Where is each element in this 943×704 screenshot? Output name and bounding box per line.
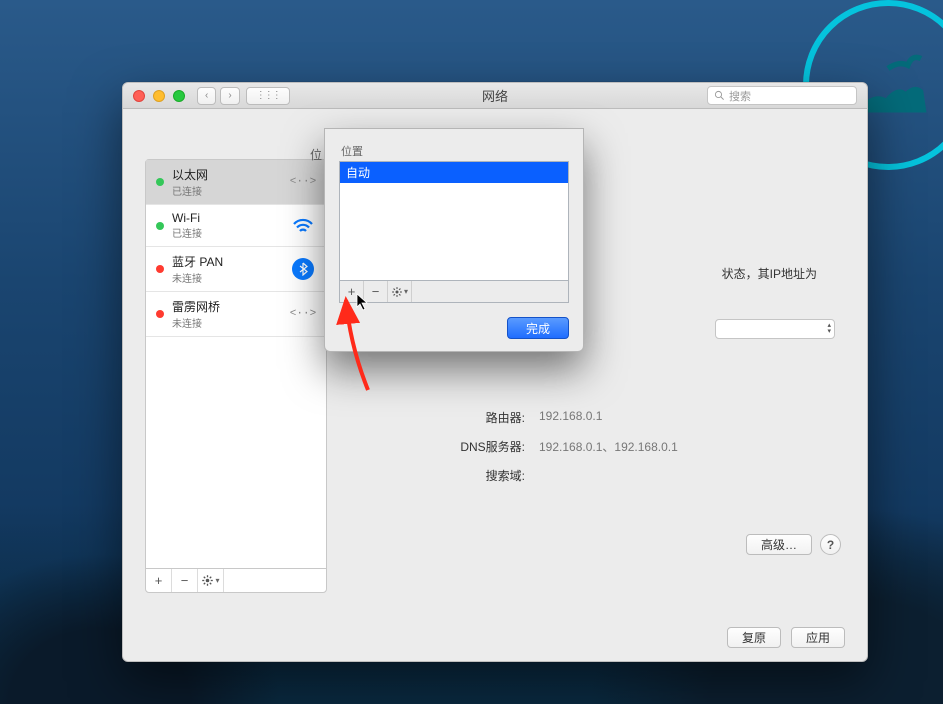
location-item[interactable]: 自动 (340, 162, 568, 183)
locations-sheet: 位置 自动 + − ▾ 完成 (324, 128, 584, 352)
bluetooth-icon (290, 260, 316, 278)
services-sidebar: 以太网 已连接 <··> Wi-Fi 已连接 (145, 159, 327, 593)
help-button[interactable]: ? (820, 534, 841, 555)
search-input[interactable]: 搜索 (707, 86, 857, 105)
service-status: 已连接 (172, 225, 282, 240)
service-status: 未连接 (172, 270, 282, 285)
service-name: 以太网 (172, 166, 282, 183)
done-button[interactable]: 完成 (507, 317, 569, 339)
add-location-button[interactable]: + (340, 281, 364, 302)
minimize-button[interactable] (153, 90, 165, 102)
router-value: 192.168.0.1 (539, 409, 602, 426)
close-button[interactable] (133, 90, 145, 102)
restore-button[interactable]: 复原 (727, 627, 781, 648)
locations-listbox[interactable]: 自动 (339, 161, 569, 281)
service-thunderbolt-bridge[interactable]: 雷雳网桥 未连接 <··> (146, 292, 326, 337)
dns-label: DNS服务器: (405, 438, 525, 455)
bridge-icon: <··> (290, 305, 316, 323)
remove-location-button[interactable]: − (364, 281, 388, 302)
zoom-button[interactable] (173, 90, 185, 102)
location-label-partial: 位 (310, 146, 322, 163)
service-name: 雷雳网桥 (172, 298, 282, 315)
dns-value: 192.168.0.1、192.168.0.1 (539, 438, 678, 455)
traffic-lights (133, 90, 185, 102)
service-actions-menu[interactable]: ▾ (198, 569, 224, 592)
search-icon (714, 90, 725, 101)
chevron-down-icon: ▾ (404, 287, 408, 296)
service-ethernet[interactable]: 以太网 已连接 <··> (146, 160, 326, 205)
service-name: Wi-Fi (172, 211, 282, 225)
advanced-button[interactable]: 高级… (746, 534, 812, 555)
titlebar: ‹ › ⋮⋮⋮ 网络 搜索 (123, 83, 867, 109)
gear-icon (201, 574, 214, 587)
status-dot-icon (156, 222, 164, 230)
chevron-down-icon: ▾ (215, 576, 219, 585)
forward-button[interactable]: › (220, 87, 239, 105)
apply-button[interactable]: 应用 (791, 627, 845, 648)
service-name: 蓝牙 PAN (172, 253, 282, 270)
remove-service-button[interactable]: − (172, 569, 198, 592)
wifi-icon (290, 217, 316, 235)
gear-icon (391, 286, 403, 298)
window-title: 网络 (482, 86, 508, 105)
search-placeholder: 搜索 (729, 88, 751, 104)
sheet-toolbar-spacer (412, 281, 568, 302)
stepper-icon: ▴▾ (827, 323, 831, 335)
service-status: 未连接 (172, 315, 282, 330)
router-label: 路由器: (405, 409, 525, 426)
locations-label: 位置 (339, 143, 569, 161)
status-dot-icon (156, 178, 164, 186)
search-domain-label: 搜索域: (405, 467, 525, 484)
status-dot-icon (156, 310, 164, 318)
service-wifi[interactable]: Wi-Fi 已连接 (146, 205, 326, 247)
status-fragment: 状态，其IP地址为 (722, 265, 817, 282)
sidebar-footer: + − ▾ (146, 568, 326, 592)
add-service-button[interactable]: + (146, 569, 172, 592)
location-actions-menu[interactable]: ▾ (388, 281, 412, 302)
status-dot-icon (156, 265, 164, 273)
ethernet-icon: <··> (290, 173, 316, 191)
show-all-button[interactable]: ⋮⋮⋮ (246, 87, 290, 105)
back-button[interactable]: ‹ (197, 87, 216, 105)
config-dropdown[interactable]: ▴▾ (715, 319, 835, 339)
service-bluetooth-pan[interactable]: 蓝牙 PAN 未连接 (146, 247, 326, 292)
service-status: 已连接 (172, 183, 282, 198)
